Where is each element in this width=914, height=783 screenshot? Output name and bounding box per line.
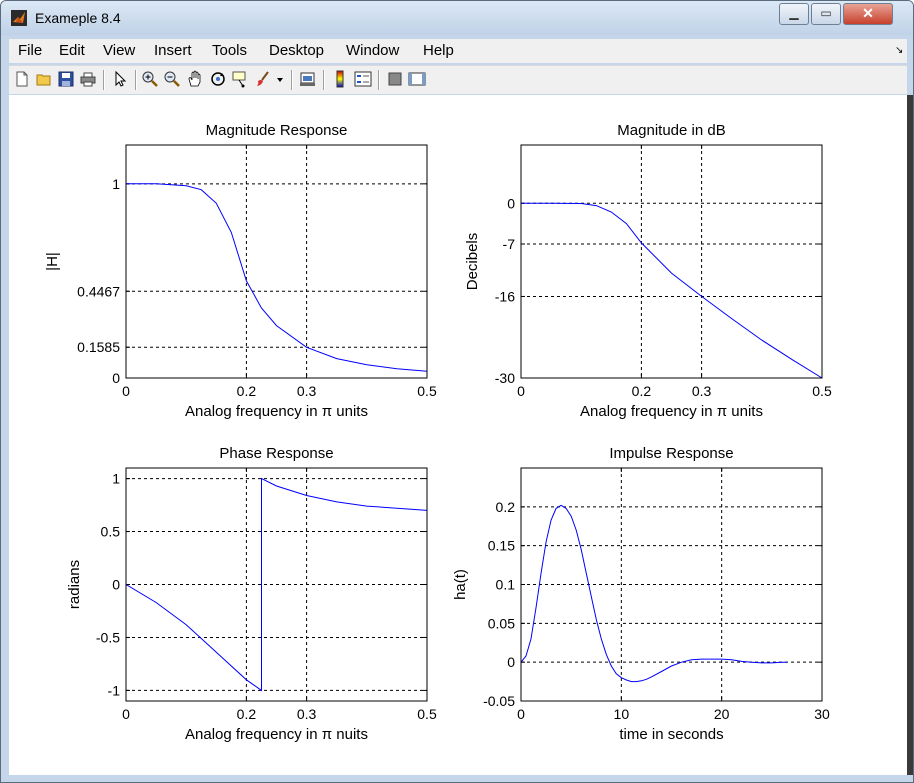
y-axis-label: |H|	[44, 252, 61, 271]
window-edge	[907, 95, 913, 775]
axes-3: 0 0.2 0.3 0.5 -1 -0.5 0 0.5 1 Phase Response Analo…	[66, 445, 437, 743]
menu-view[interactable]: View	[103, 42, 135, 59]
save-icon[interactable]	[57, 70, 75, 88]
x-tick-label: 10	[614, 706, 630, 722]
y-tick-label: -1	[108, 682, 121, 698]
x-tick-label: 0.2	[237, 383, 257, 399]
axes-2: 0 0.2 0.3 0.5 -30 -16 -7 0 Magnitude in dB Analog…	[464, 122, 832, 420]
x-tick-label: 0.3	[297, 383, 317, 399]
x-axis-label: Analog frequency in π units	[185, 403, 368, 420]
edit-plot-arrow-icon[interactable]	[111, 70, 129, 88]
axes-title: Magnitude Response	[206, 122, 348, 139]
minimize-button[interactable]: ▁	[779, 3, 809, 25]
window-title: Exameple 8.4	[35, 10, 121, 26]
y-tick-label: 0.15	[488, 538, 515, 554]
new-figure-icon[interactable]	[13, 70, 31, 88]
figure-plots[interactable]: 0 0.2 0.3 0.5 0 0.1585 0.4467 1 Magnitude Respon…	[9, 95, 907, 775]
y-tick-label: -7	[503, 236, 516, 252]
x-tick-label: 0	[122, 706, 130, 722]
print-icon[interactable]	[79, 70, 97, 88]
x-tick-label: 0	[122, 383, 130, 399]
show-plot-tools-icon[interactable]	[408, 70, 426, 88]
matlab-logo-icon	[11, 10, 27, 26]
y-tick-label: 0.4467	[77, 283, 120, 299]
x-tick-label: 0.5	[417, 706, 437, 722]
menu-insert[interactable]: Insert	[154, 42, 192, 59]
y-axis-label: radians	[66, 560, 83, 609]
legend-icon[interactable]	[354, 70, 372, 88]
y-tick-label: 0	[507, 195, 515, 211]
x-tick-label: 0.5	[812, 383, 832, 399]
x-tick-label: 0.5	[417, 383, 437, 399]
axes-background	[126, 145, 427, 378]
maximize-button[interactable]: ▭	[811, 3, 841, 25]
x-tick-label: 20	[714, 706, 730, 722]
y-tick-label: -16	[495, 288, 515, 304]
x-axis-label: time in seconds	[619, 726, 723, 743]
y-tick-label: 0.2	[496, 499, 516, 515]
x-tick-label: 0	[517, 706, 525, 722]
close-icon: ✕	[862, 5, 874, 21]
y-tick-label: -30	[495, 370, 515, 386]
menu-bar: File Edit View Insert Tools Desktop Wind…	[9, 39, 907, 63]
axes-title: Phase Response	[219, 445, 333, 462]
axes-title: Impulse Response	[609, 445, 733, 462]
y-tick-label: 0.1585	[77, 339, 120, 355]
dock-arrow-icon[interactable]: ↘	[895, 45, 903, 56]
figure-canvas[interactable]: 0 0.2 0.3 0.5 0 0.1585 0.4467 1 Magnitude Respon…	[9, 95, 907, 775]
x-axis-label: Analog frequency in π nuits	[185, 726, 368, 743]
hide-plot-tools-icon[interactable]	[386, 70, 404, 88]
y-tick-label: 0	[112, 577, 120, 593]
toolbar-separator	[135, 70, 137, 90]
menu-tools[interactable]: Tools	[212, 42, 247, 59]
colorbar-icon[interactable]	[331, 70, 349, 88]
x-tick-label: 30	[814, 706, 830, 722]
figure-window: Exameple 8.4 ▁ ▭ ✕ File Edit View Insert…	[0, 0, 914, 783]
toolbar-separator	[378, 70, 380, 90]
brush-icon[interactable]	[254, 70, 272, 88]
brush-dropdown-icon[interactable]	[275, 70, 285, 88]
x-axis-label: Analog frequency in π units	[580, 403, 763, 420]
y-tick-label: -0.05	[483, 693, 515, 709]
axes-title: Magnitude in dB	[617, 122, 725, 139]
y-tick-label: 0.1	[496, 577, 516, 593]
minimize-icon: ▁	[789, 6, 799, 20]
link-plot-icon[interactable]	[299, 70, 317, 88]
y-tick-label: -0.5	[96, 629, 120, 645]
menu-edit[interactable]: Edit	[59, 42, 85, 59]
zoom-in-icon[interactable]	[141, 70, 159, 88]
open-file-icon[interactable]	[35, 70, 53, 88]
y-tick-label: 1	[112, 176, 120, 192]
zoom-out-icon[interactable]	[163, 70, 181, 88]
y-tick-label: 0.5	[101, 524, 121, 540]
x-tick-label: 0.2	[237, 706, 257, 722]
axes-1: 0 0.2 0.3 0.5 0 0.1585 0.4467 1 Magnitude Respon…	[44, 122, 437, 420]
axes-background	[521, 145, 822, 378]
x-tick-label: 0.3	[692, 383, 712, 399]
menu-file[interactable]: File	[18, 42, 42, 59]
toolbar-separator	[103, 70, 105, 90]
y-tick-label: 0	[507, 654, 515, 670]
y-tick-label: 0.05	[488, 615, 515, 631]
axes-4: 0 10 20 30-0.0500.050.10.150.2Impulse Respo…	[452, 445, 830, 743]
pan-hand-icon[interactable]	[186, 70, 204, 88]
toolbar-separator	[323, 70, 325, 90]
y-axis-label: Decibels	[464, 233, 481, 291]
menu-help[interactable]: Help	[423, 42, 454, 59]
y-axis-label: ha(t)	[452, 569, 469, 600]
toolbar-separator	[291, 70, 293, 90]
rotate-3d-icon[interactable]	[209, 70, 227, 88]
y-tick-label: 1	[112, 471, 120, 487]
x-tick-label: 0.3	[297, 706, 317, 722]
close-button[interactable]: ✕	[843, 3, 893, 25]
menu-desktop[interactable]: Desktop	[269, 42, 324, 59]
x-tick-label: 0.2	[632, 383, 652, 399]
x-tick-label: 0	[517, 383, 525, 399]
y-tick-label: 0	[112, 370, 120, 386]
data-cursor-icon[interactable]	[231, 70, 249, 88]
figure-toolbar	[9, 65, 907, 94]
menu-window[interactable]: Window	[346, 42, 399, 59]
maximize-icon: ▭	[820, 6, 832, 20]
title-bar[interactable]: Exameple 8.4 ▁ ▭ ✕	[1, 1, 913, 35]
